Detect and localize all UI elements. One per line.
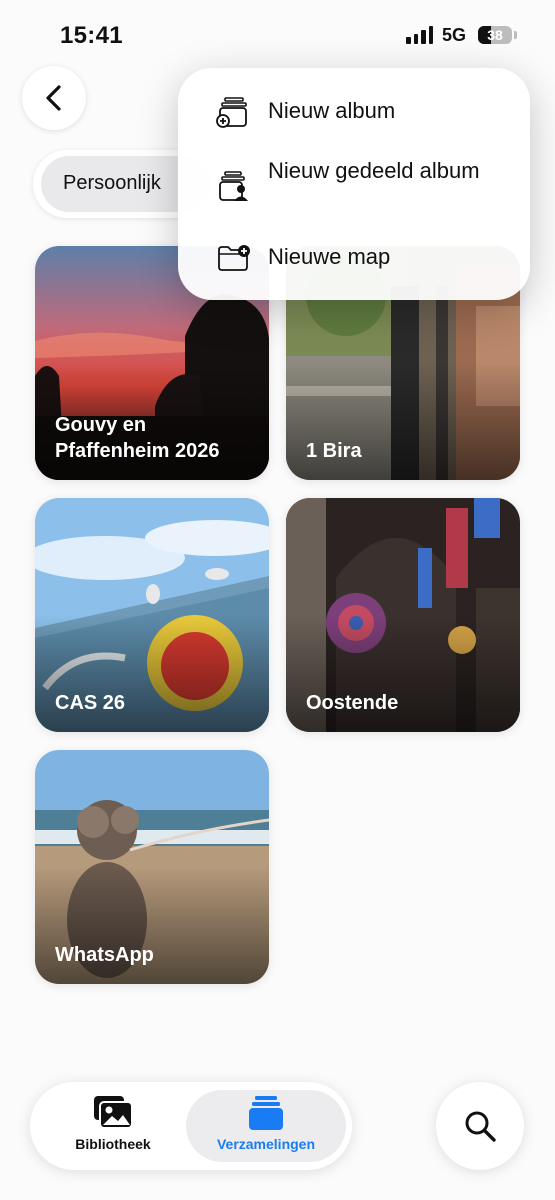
menu-item-new-shared-album[interactable]: Nieuw gedeeld album [178,156,530,216]
menu-item-new-album[interactable]: Nieuw album [178,96,530,152]
album-tile[interactable]: WhatsApp [35,750,269,984]
status-bar: 15:41 5G 38 [0,0,555,70]
new-album-icon [216,97,247,128]
segment-persoonlijk-label: Persoonlijk [63,172,161,194]
album-tile[interactable]: Oostende [286,498,520,732]
cellular-signal-icon [406,26,433,44]
status-time: 15:41 [60,22,123,49]
menu-label: Nieuwe map [268,244,391,269]
network-type: 5G [442,25,467,45]
tab-collections-label: Verzamelingen [216,1136,316,1152]
battery-percent: 38 [487,27,503,43]
album-tile[interactable]: CAS 26 [35,498,269,732]
album-title: CAS 26 [55,692,126,714]
battery-tip [514,31,517,39]
chevron-left-icon [46,85,61,111]
tab-library-label: Bibliotheek [75,1136,151,1152]
tab-bar: Bibliotheek Verzamelingen [30,1082,352,1170]
photo-library-icon [94,1096,133,1129]
menu-label: Nieuw gedeeld album [268,158,480,183]
album-title: Gouvy en Pfaffenheim 2026 [55,414,220,462]
menu-item-new-folder[interactable]: Nieuwe map [178,244,530,284]
search-button[interactable] [436,1082,524,1170]
collections-icon [249,1096,283,1130]
search-icon [465,1111,496,1142]
battery-icon: 38 [478,26,512,44]
tab-collections[interactable]: Verzamelingen [186,1090,346,1162]
tab-library[interactable]: Bibliotheek [38,1090,188,1162]
album-title: Oostende [306,692,399,714]
shared-album-icon [219,171,248,201]
album-title: WhatsApp [55,944,154,966]
new-folder-icon [218,245,250,271]
album-title: 1 Bira [306,440,362,462]
back-button[interactable] [22,66,86,130]
menu-label: Nieuw album [268,98,396,123]
new-item-menu: Nieuw album Nieuw gedeeld album Nieuwe m… [178,68,530,300]
